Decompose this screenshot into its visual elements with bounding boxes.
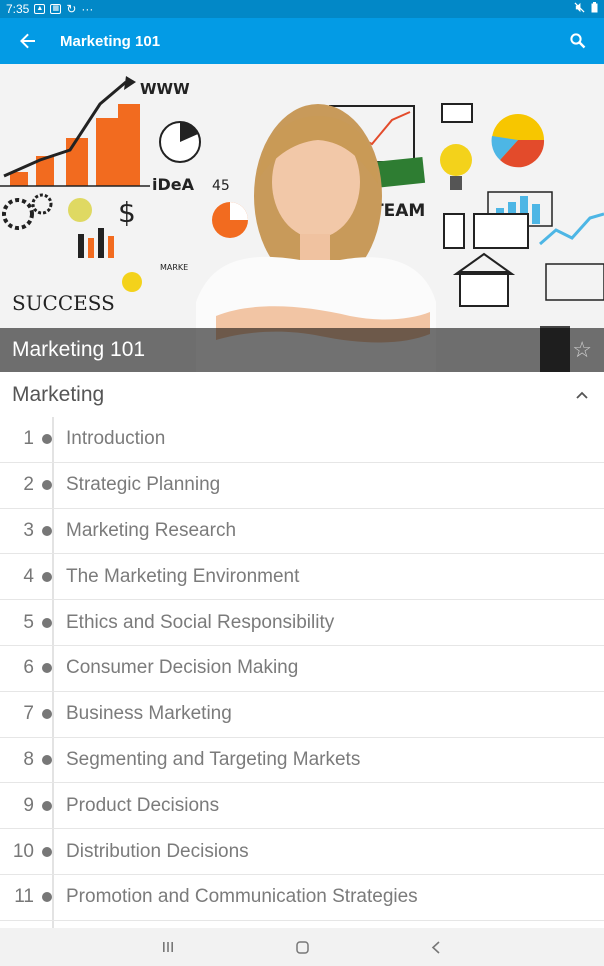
chapter-title: Distribution Decisions (66, 840, 249, 862)
chapter-title: Product Decisions (66, 794, 220, 816)
chapter-number: 9 (23, 794, 34, 816)
chevron-up-icon[interactable] (576, 391, 588, 399)
recent-apps-icon (163, 942, 173, 952)
svg-text:iDeA: iDeA (152, 175, 195, 194)
chapter-title: Strategic Planning (66, 474, 221, 496)
timeline-dot-icon (42, 663, 52, 674)
chapter-title: Ethics and Social Responsibility (66, 611, 335, 633)
chapter-title: Introduction (66, 428, 166, 450)
timeline-dot-icon (42, 709, 52, 720)
chapter-number: 3 (23, 519, 34, 541)
more-notifications-icon: ··· (81, 2, 94, 16)
system-navigation-bar (0, 928, 604, 966)
mute-icon (574, 2, 585, 16)
section-header-marketing[interactable]: Marketing (0, 372, 604, 417)
chapter-number: 2 (23, 474, 34, 496)
chapter-number: 7 (23, 703, 34, 725)
list-item[interactable]: 6 Consumer Decision Making (0, 646, 604, 692)
chapter-number: 10 (12, 840, 34, 862)
chapter-list: 1 Introduction 2 Strategic Planning 3 Marke… (0, 417, 604, 937)
back-button[interactable] (0, 18, 56, 64)
gallery-notification-icon: ▦ (50, 4, 62, 14)
timeline-dot-icon (42, 434, 52, 445)
banner-title: Marketing 101 (12, 338, 146, 361)
chapter-number: 5 (23, 611, 34, 633)
svg-text:$: $ (118, 196, 136, 229)
timeline-dot-icon (42, 525, 52, 536)
svg-text:MARKE: MARKE (160, 263, 188, 272)
chapter-number: 11 (14, 886, 34, 908)
photo-notification-icon: ▲ (34, 4, 46, 14)
timeline-dot-icon (42, 754, 52, 765)
list-item[interactable]: 4 The Marketing Environment (0, 554, 604, 601)
chapter-title: Business Marketing (66, 703, 232, 725)
home-icon (295, 940, 309, 954)
chapter-number: 1 (23, 428, 34, 450)
page-title: Marketing 101 (60, 32, 161, 50)
chapter-title: Marketing Research (66, 519, 237, 541)
svg-text:SUCCESS: SUCCESS (12, 291, 115, 315)
list-item[interactable]: 9 Product Decisions (0, 783, 604, 830)
banner-caption: Marketing 101 ☆ (0, 328, 604, 372)
course-banner[interactable]: WWW iDeA 45 $ MARKE SUCCESS TEAM Marketi… (0, 64, 604, 372)
list-item[interactable]: 3 Marketing Research (0, 509, 604, 555)
back-nav-icon (431, 940, 440, 954)
chapter-number: 6 (23, 657, 34, 679)
section-title: Marketing (12, 382, 105, 406)
search-icon (570, 33, 586, 49)
list-item[interactable]: 1 Introduction (0, 417, 604, 463)
sync-notification-icon: ↻ (66, 2, 77, 16)
status-time: 7:35 (6, 2, 30, 16)
timeline-dot-icon (42, 846, 52, 857)
arrow-back-icon (20, 33, 35, 49)
timeline-dot-icon (42, 892, 52, 903)
back-nav-button[interactable] (369, 940, 503, 954)
list-item[interactable]: 2 Strategic Planning (0, 463, 604, 509)
status-bar: 7:35 ▲ ▦ ↻ ··· (0, 0, 604, 18)
svg-text:45: 45 (212, 178, 230, 194)
list-item[interactable]: 5 Ethics and Social Responsibility (0, 600, 604, 646)
chapter-number: 8 (23, 748, 34, 770)
timeline-dot-icon (42, 800, 52, 811)
timeline-dot-icon (42, 480, 52, 491)
list-item[interactable]: 8 Segmenting and Targeting Markets (0, 738, 604, 784)
chapter-number: 4 (23, 565, 34, 587)
chapter-title: The Marketing Environment (66, 565, 300, 587)
timeline-dot-icon (42, 571, 52, 582)
battery-icon (591, 2, 598, 16)
banner-illustration: WWW iDeA 45 $ MARKE SUCCESS TEAM (0, 64, 604, 372)
app-bar: Marketing 101 (0, 18, 604, 64)
timeline-dot-icon (42, 617, 52, 628)
list-item[interactable]: 10 Distribution Decisions (0, 829, 604, 875)
home-button[interactable] (235, 940, 369, 954)
chapter-title: Promotion and Communication Strategies (66, 886, 418, 908)
recent-apps-button[interactable] (101, 941, 235, 953)
chapter-title: Consumer Decision Making (66, 657, 299, 679)
list-item[interactable]: 7 Business Marketing (0, 692, 604, 738)
search-button[interactable] (552, 18, 604, 64)
svg-text:WWW: WWW (140, 80, 190, 98)
chapter-title: Segmenting and Targeting Markets (66, 748, 361, 770)
list-item[interactable]: 11 Promotion and Communication Strategies (0, 875, 604, 921)
favorite-star-icon[interactable]: ☆ (572, 337, 592, 363)
